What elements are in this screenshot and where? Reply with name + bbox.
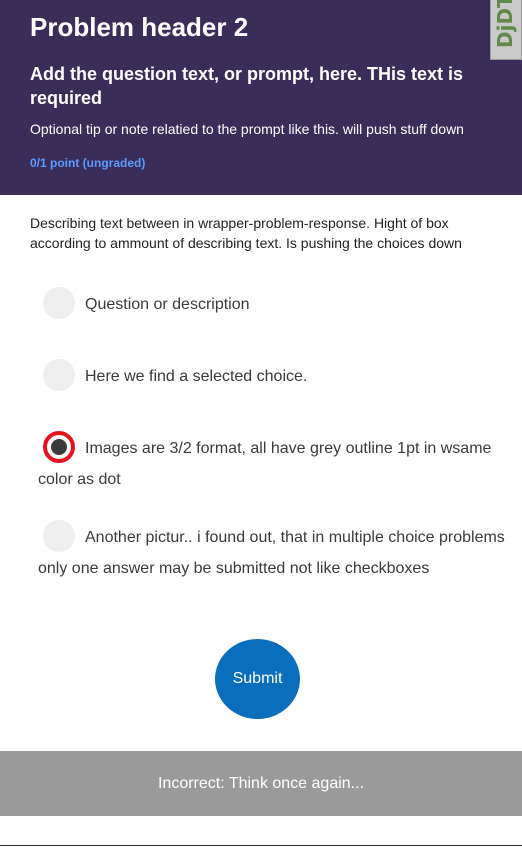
bottom-divider: [0, 845, 522, 846]
problem-header: Problem header 2 Add the question text, …: [0, 0, 522, 195]
problem-description: Describing text between in wrapper-probl…: [30, 215, 462, 251]
choice-label: Another pictur.. i found out, that in mu…: [38, 529, 505, 577]
choice-item[interactable]: Another pictur.. i found out, that in mu…: [38, 520, 508, 584]
points-label: 0/1 point (ungraded): [30, 156, 146, 170]
choice-item[interactable]: Here we find a selected choice.: [38, 359, 508, 393]
feedback-banner: Incorrect: Think once again...: [0, 751, 522, 816]
submit-button[interactable]: Submit: [215, 639, 300, 719]
debug-toolbar-tab[interactable]: DjDT: [490, 0, 522, 60]
radio-button-selected[interactable]: [43, 431, 75, 463]
radio-button[interactable]: [43, 287, 75, 319]
problem-title: Problem header 2: [30, 12, 249, 42]
choice-item[interactable]: Question or description: [38, 287, 508, 321]
problem-prompt: Add the question text, or prompt, here. …: [30, 64, 464, 108]
choice-label: Question or description: [85, 296, 250, 314]
choice-item[interactable]: Images are 3/2 format, all have grey out…: [38, 431, 508, 495]
choice-label: Images are 3/2 format, all have grey out…: [38, 440, 492, 488]
feedback-message: Incorrect: Think once again...: [157, 775, 365, 792]
choice-label: Here we find a selected choice.: [85, 368, 308, 386]
debug-toolbar-label: DjDT: [493, 0, 517, 48]
radio-button[interactable]: [43, 359, 75, 391]
radio-button[interactable]: [43, 520, 75, 552]
prompt-tip: Optional tip or note relatied to the pro…: [30, 121, 464, 137]
